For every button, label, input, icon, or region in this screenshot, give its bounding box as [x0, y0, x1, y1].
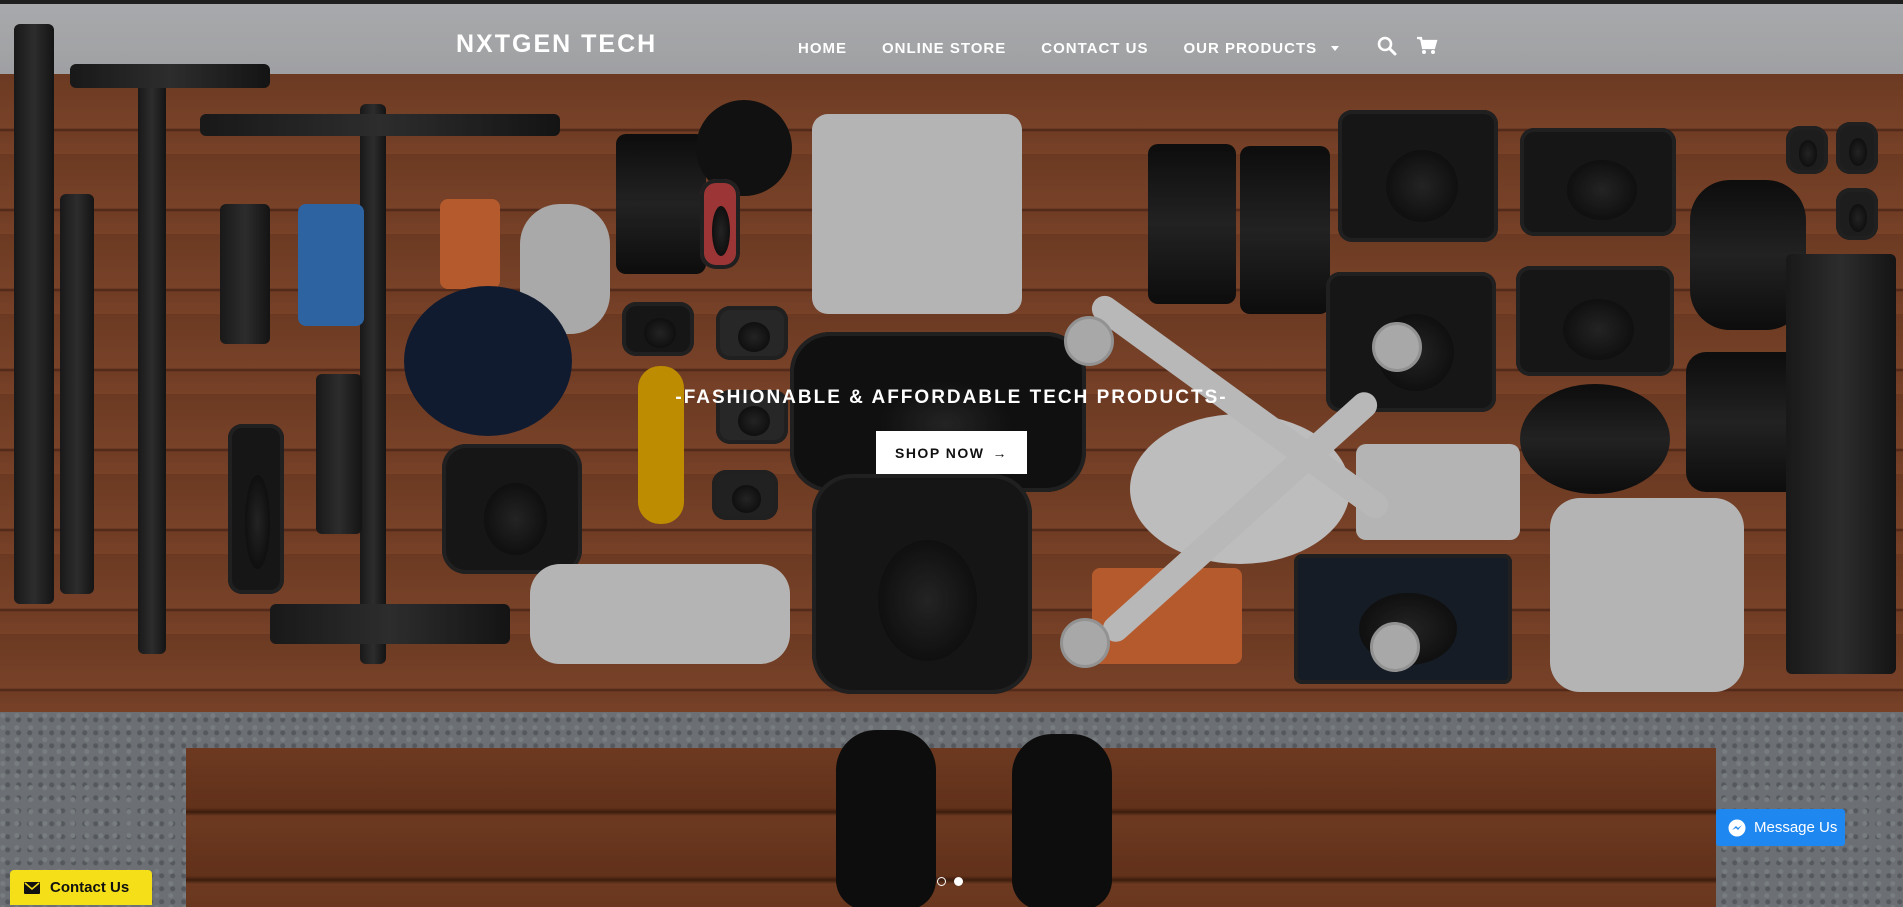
message-us-button[interactable]: Message Us [1716, 809, 1845, 846]
slide-dot-2[interactable] [954, 877, 963, 886]
nav-item-label: ONLINE STORE [882, 40, 1007, 57]
nav-item-label: OUR PRODUCTS [1183, 40, 1318, 57]
shop-now-button[interactable]: SHOP NOW → [876, 431, 1027, 474]
envelope-icon [24, 881, 40, 894]
main-navigation: HOME ONLINE STORE CONTACT US OUR PRODUCT… [798, 40, 1340, 57]
hero-tagline: -FASHIONABLE & AFFORDABLE TECH PRODUCTS- [675, 387, 1228, 408]
top-border [0, 0, 1903, 4]
contact-us-widget[interactable]: Contact Us [10, 870, 152, 905]
nav-item-home[interactable]: HOME [798, 40, 847, 57]
chevron-down-icon [1331, 46, 1340, 51]
nav-item-label: CONTACT US [1041, 40, 1149, 57]
arrow-right-icon: → [992, 444, 1009, 461]
site-logo-title[interactable]: NXTGEN TECH [456, 30, 657, 59]
contact-us-label: Contact Us [50, 879, 130, 896]
shop-now-label: SHOP NOW [894, 444, 985, 461]
message-us-label: Message Us [1754, 819, 1838, 836]
nav-item-our-products[interactable]: OUR PRODUCTS [1183, 40, 1340, 57]
messenger-icon [1728, 819, 1746, 836]
slide-dot-1[interactable] [937, 877, 946, 886]
slideshow-pagination [937, 877, 963, 886]
nav-item-contact-us[interactable]: CONTACT US [1041, 40, 1148, 57]
nav-item-online-store[interactable]: ONLINE STORE [882, 40, 1006, 57]
search-icon[interactable] [1377, 36, 1399, 58]
cart-icon[interactable] [1416, 36, 1438, 58]
nav-item-label: HOME [798, 40, 847, 57]
